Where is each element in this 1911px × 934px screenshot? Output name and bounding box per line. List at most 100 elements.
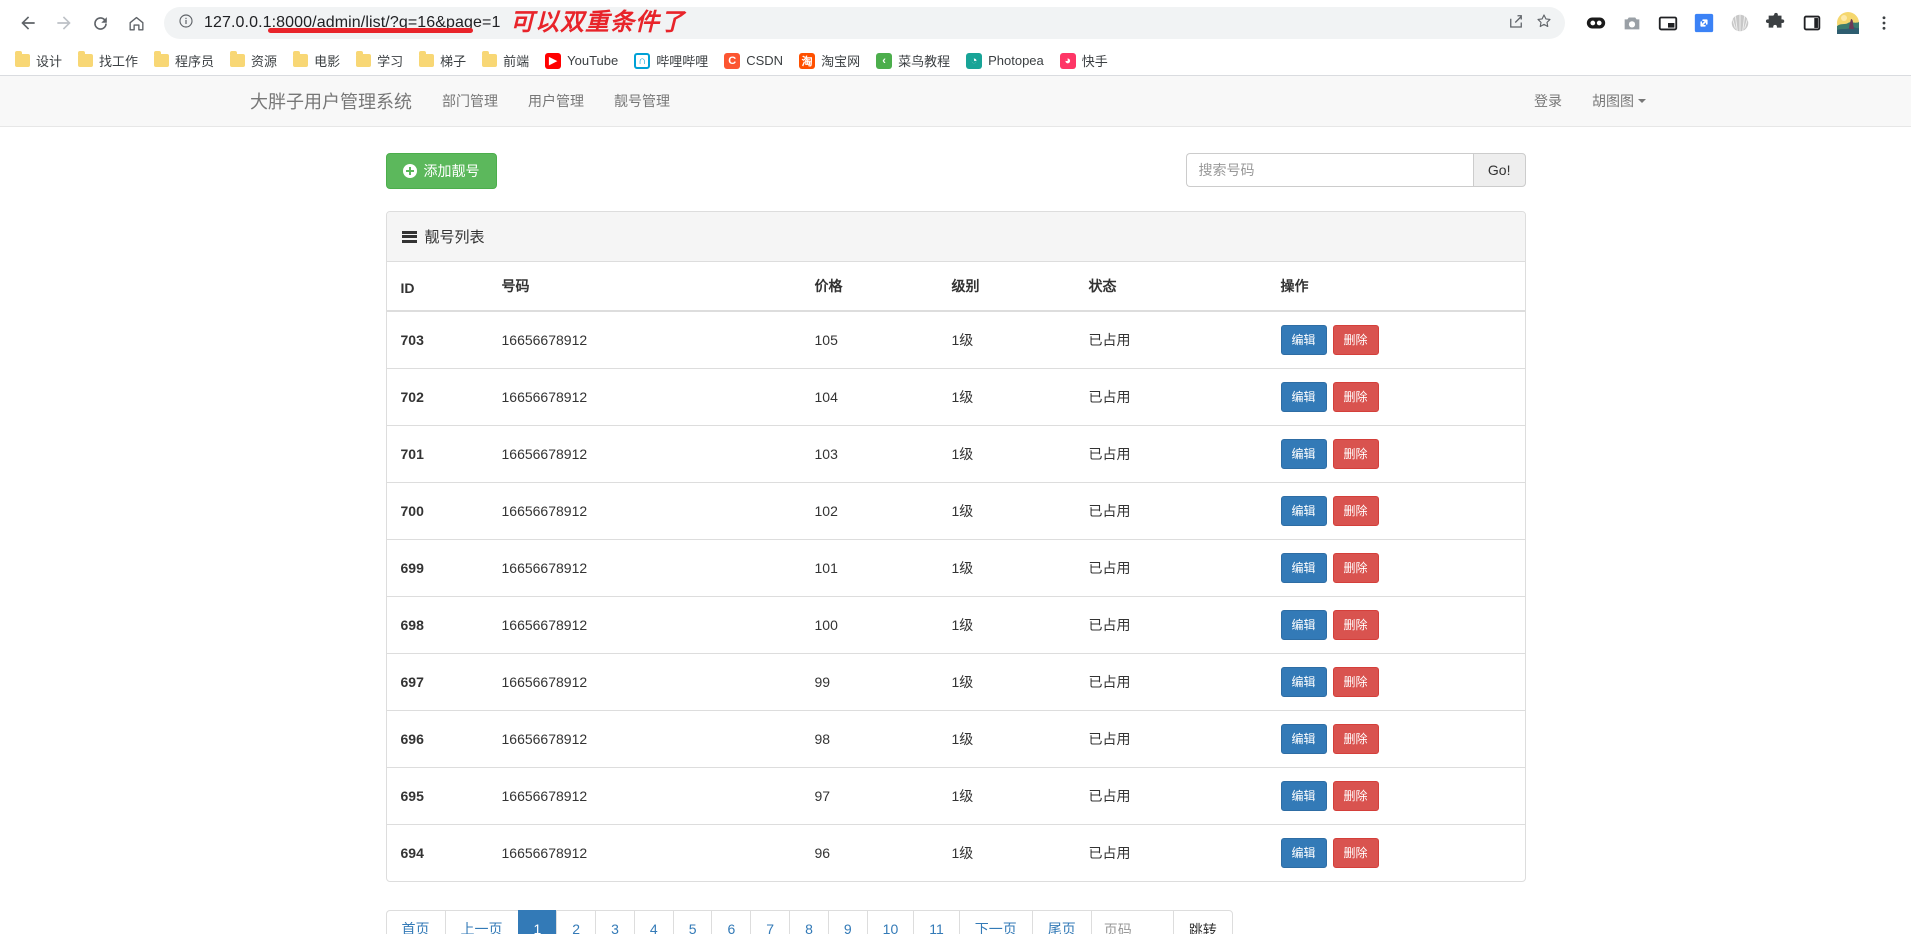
pagination-page-2[interactable]: 2	[556, 910, 596, 934]
bookmark-10[interactable]: ∩ 哔哩哔哩	[627, 49, 715, 73]
pagination-page-7[interactable]: 7	[750, 910, 790, 934]
delete-button[interactable]: 删除	[1332, 553, 1379, 583]
puzzle-extension-icon[interactable]	[1759, 6, 1793, 40]
column-header-price: 价格	[804, 262, 942, 312]
nav-login-link[interactable]: 登录	[1519, 76, 1577, 126]
bookmark-label: 设计	[36, 54, 63, 69]
delete-button[interactable]: 删除	[1332, 496, 1379, 526]
number-list-panel: 靓号列表 ID 号码 价格 级别 状态 操作 703 16656678912 105…	[385, 211, 1526, 882]
bookmark-6[interactable]: 学习	[349, 49, 410, 73]
bookmark-star-icon[interactable]	[1535, 12, 1553, 35]
address-bar[interactable]: 127.0.0.1:8000/admin/list/?q=16&page=1	[164, 7, 1565, 39]
pagination-page-3[interactable]: 3	[595, 910, 634, 934]
edit-button[interactable]: 编辑	[1280, 610, 1327, 640]
edit-button[interactable]: 编辑	[1280, 439, 1327, 469]
pagination-page-8[interactable]: 8	[789, 910, 828, 934]
extension-dots-icon[interactable]	[1579, 6, 1613, 40]
sidepanel-icon[interactable]	[1795, 6, 1829, 40]
shell-icon[interactable]	[1723, 6, 1757, 40]
picture-in-picture-icon[interactable]	[1651, 6, 1685, 40]
share-icon[interactable]	[1507, 12, 1525, 35]
cell-status: 已占用	[1078, 596, 1271, 654]
bookmark-12[interactable]: 淘淘宝网	[792, 49, 867, 73]
bookmark-5[interactable]: 电影	[286, 49, 347, 73]
bookmark-4[interactable]: 资源	[223, 49, 284, 73]
cell-level: 1级	[941, 482, 1079, 540]
bookmark-11[interactable]: C CSDN	[717, 49, 790, 73]
cell-id: 694	[386, 824, 492, 881]
pagination-page-6[interactable]: 6	[711, 910, 751, 934]
bookmark-3[interactable]: 程序员	[147, 49, 221, 73]
edit-button[interactable]: 编辑	[1280, 325, 1327, 355]
nav-item-user[interactable]: 用户管理	[513, 76, 599, 126]
cell-number: 16656678912	[491, 425, 805, 483]
delete-button[interactable]: 删除	[1332, 610, 1379, 640]
table-row: 698 16656678912 100 1级 已占用 编辑 删除	[386, 596, 1525, 654]
pagination-next[interactable]: 下一页	[958, 910, 1032, 934]
bookmark-label: YouTube	[567, 53, 619, 68]
cell-price: 98	[804, 710, 942, 768]
home-button[interactable]	[118, 5, 154, 41]
profile-avatar[interactable]	[1831, 6, 1865, 40]
pagination-page-10[interactable]: 10	[866, 910, 914, 934]
main-container: 添加靓号 Go! 靓号列表 ID 号码 价格 级别 状态	[371, 127, 1541, 934]
pagination-page-5[interactable]: 5	[672, 910, 712, 934]
edit-button[interactable]: 编辑	[1280, 496, 1327, 526]
delete-button[interactable]: 删除	[1332, 325, 1379, 355]
delete-button[interactable]: 删除	[1332, 667, 1379, 697]
chrome-menu-icon[interactable]	[1867, 6, 1901, 40]
cell-number: 16656678912	[491, 653, 805, 711]
bookmark-9[interactable]: ▶ YouTube	[538, 49, 625, 73]
plus-circle-icon	[402, 164, 417, 178]
bookmark-label: 哔哩哔哩	[656, 54, 709, 69]
nav-user-dropdown[interactable]: 胡图图	[1577, 76, 1661, 126]
edit-button[interactable]: 编辑	[1280, 382, 1327, 412]
pagination-prev[interactable]: 上一页	[444, 910, 518, 934]
resize-icon[interactable]	[1687, 6, 1721, 40]
cell-id: 700	[386, 482, 492, 540]
bookmark-8[interactable]: 前端	[475, 49, 536, 73]
pagination-first[interactable]: 首页	[385, 910, 445, 934]
search-go-button[interactable]: Go!	[1472, 153, 1526, 187]
bookmark-15[interactable]: ◕ 快手	[1053, 49, 1115, 73]
page-jump-button[interactable]: 跳转	[1172, 910, 1233, 934]
page-jump-input[interactable]	[1090, 910, 1173, 934]
edit-button[interactable]: 编辑	[1280, 781, 1327, 811]
back-button[interactable]	[10, 5, 46, 41]
edit-button[interactable]: 编辑	[1280, 667, 1327, 697]
bookmark-1[interactable]: 设计	[8, 49, 69, 73]
site-brand[interactable]: 大胖子用户管理系统	[250, 76, 427, 126]
edit-button[interactable]: 编辑	[1280, 724, 1327, 754]
page-content: 大胖子用户管理系统 部门管理 用户管理 靓号管理 登录 胡图图 添加靓号 搜索号…	[0, 76, 1911, 934]
nav-item-department[interactable]: 部门管理	[427, 76, 513, 126]
cell-status: 已占用	[1078, 539, 1271, 597]
pagination-page-11[interactable]: 11	[913, 910, 959, 934]
pagination-page-1[interactable]: 1	[517, 910, 557, 934]
pagination-page-9[interactable]: 9	[827, 910, 867, 934]
cell-level: 1级	[941, 824, 1079, 881]
bookmark-14[interactable]: ◔ Photopea	[959, 49, 1051, 73]
forward-button[interactable]	[46, 5, 82, 41]
bookmark-label: 程序员	[175, 54, 215, 69]
delete-button[interactable]: 删除	[1332, 382, 1379, 412]
edit-button[interactable]: 编辑	[1280, 553, 1327, 583]
cell-actions: 编辑 删除	[1270, 824, 1525, 881]
site-info-icon[interactable]	[178, 13, 194, 34]
screenshot-camera-icon[interactable]	[1615, 6, 1649, 40]
bookmark-7[interactable]: 梯子	[412, 49, 473, 73]
edit-button[interactable]: 编辑	[1280, 838, 1327, 868]
reload-button[interactable]	[82, 5, 118, 41]
cell-price: 97	[804, 767, 942, 825]
delete-button[interactable]: 删除	[1332, 838, 1379, 868]
cell-actions: 编辑 删除	[1270, 482, 1525, 540]
delete-button[interactable]: 删除	[1332, 724, 1379, 754]
search-input[interactable]	[1185, 153, 1473, 187]
delete-button[interactable]: 删除	[1332, 439, 1379, 469]
pagination-page-4[interactable]: 4	[633, 910, 673, 934]
bookmark-2[interactable]: 找工作	[71, 49, 145, 73]
add-number-button[interactable]: 添加靓号	[385, 153, 497, 189]
nav-item-number[interactable]: 靓号管理	[599, 76, 685, 126]
delete-button[interactable]: 删除	[1332, 781, 1379, 811]
pagination-last[interactable]: 尾页	[1031, 910, 1091, 934]
bookmark-13[interactable]: ‹ 菜鸟教程	[869, 49, 957, 73]
